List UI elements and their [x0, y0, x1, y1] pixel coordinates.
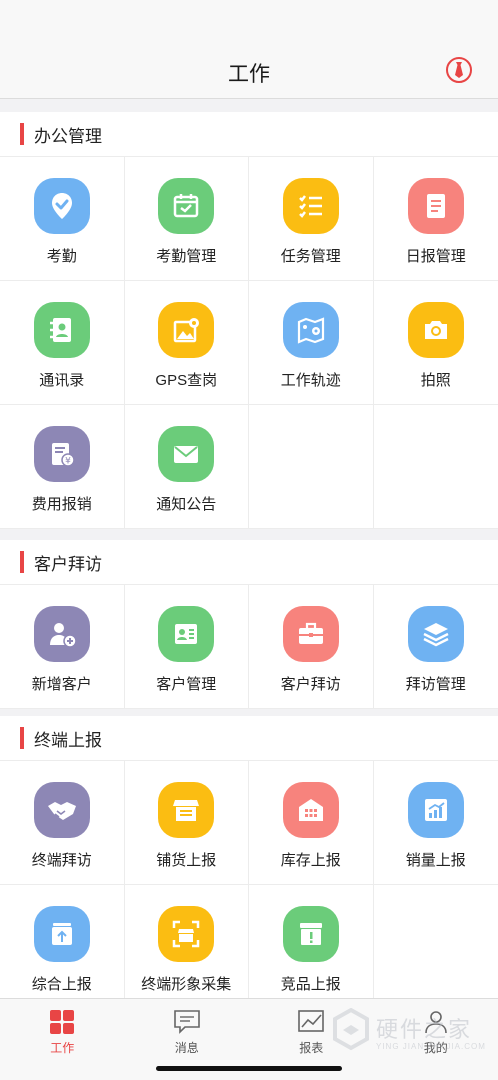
grid-item-customer-visit[interactable]: 客户拜访 [249, 585, 374, 709]
tab-mine[interactable]: 我的 [374, 999, 498, 1080]
receipt-yuan-icon: ¥ [33, 426, 90, 482]
grid-item-work-track[interactable]: 工作轨迹 [249, 281, 374, 405]
tab-label: 我的 [423, 1041, 448, 1055]
contacts-book-icon [33, 302, 90, 358]
grid-item-add-customer[interactable]: 新增客户 [0, 585, 125, 709]
grid-empty-cell [373, 885, 498, 1009]
section-title: 客户拜访 [34, 554, 102, 574]
grid-item-label: 新增客户 [31, 676, 92, 693]
accent-bar [20, 551, 24, 573]
tab-work[interactable]: 工作 [0, 999, 125, 1080]
map-track-icon [282, 302, 339, 358]
grid-item-sales-report[interactable]: 销量上报 [373, 761, 498, 885]
grid-item-label: 客户拜访 [280, 676, 341, 693]
grid-item-label: 终端形象采集 [141, 976, 232, 993]
message-icon [173, 1010, 200, 1034]
document-icon [407, 178, 464, 234]
grid-empty-cell [249, 405, 374, 529]
grid-item-label: 考勤管理 [156, 248, 217, 265]
grid-item-label: 铺货上报 [156, 852, 217, 869]
alert-box-icon [282, 906, 339, 962]
section-title: 办公管理 [34, 126, 102, 146]
grid-item-photo[interactable]: 拍照 [373, 281, 498, 405]
grid-item-label: GPS查岗 [155, 372, 218, 389]
top-nav-bar: 工作 [0, 0, 498, 99]
tab-label: 报表 [299, 1041, 324, 1055]
grid-item-label: 综合上报 [31, 976, 92, 993]
grid-item-gps-check[interactable]: GPS查岗 [124, 281, 249, 405]
checklist-icon [282, 178, 339, 234]
section-header: 办公管理 [0, 112, 498, 156]
envelope-icon [158, 426, 215, 482]
camera-icon [407, 302, 464, 358]
store-icon [158, 782, 215, 838]
grid-item-contacts[interactable]: 通讯录 [0, 281, 125, 405]
section-header: 终端上报 [0, 716, 498, 760]
section-customer-visit: 客户拜访 新增客户 客户管理 客户拜访 拜访管理 [0, 540, 498, 709]
handshake-icon [33, 782, 90, 838]
warehouse-icon [282, 782, 339, 838]
grid-item-terminal-image[interactable]: 终端形象采集 [124, 885, 249, 1009]
grid-item-label: 拍照 [420, 372, 451, 389]
accent-bar [20, 123, 24, 145]
tab-label: 消息 [174, 1041, 199, 1055]
grid-item-task-mgmt[interactable]: 任务管理 [249, 157, 374, 281]
grid-item-notice[interactable]: 通知公告 [124, 405, 249, 529]
accent-bar [20, 727, 24, 749]
grid-empty-cell [373, 405, 498, 529]
grid-item-expense[interactable]: ¥ 费用报销 [0, 405, 125, 529]
map-pin-image-icon [158, 302, 215, 358]
upload-box-icon [33, 906, 90, 962]
sales-chart-icon [407, 782, 464, 838]
grid-item-distribution-report[interactable]: 铺货上报 [124, 761, 249, 885]
location-check-icon [33, 178, 90, 234]
feature-grid: 新增客户 客户管理 客户拜访 拜访管理 [0, 584, 498, 709]
grid-item-label: 费用报销 [31, 496, 92, 513]
page-title: 工作 [228, 63, 270, 86]
grid-item-label: 通知公告 [156, 496, 217, 513]
grid-item-label: 终端拜访 [31, 852, 92, 869]
layers-icon [407, 606, 464, 662]
grid-item-attendance-mgmt[interactable]: 考勤管理 [124, 157, 249, 281]
grid-item-general-report[interactable]: 综合上报 [0, 885, 125, 1009]
section-terminal-report: 终端上报 终端拜访 铺货上报 库存上报 销量上报 综合上报 终端形象采集 竞品上… [0, 716, 498, 1009]
grid-item-label: 客户管理 [156, 676, 217, 693]
grid-item-attendance[interactable]: 考勤 [0, 157, 125, 281]
calendar-check-icon [158, 178, 215, 234]
grid-item-visit-mgmt[interactable]: 拜访管理 [373, 585, 498, 709]
grid-item-label: 竞品上报 [280, 976, 341, 993]
grid-item-label: 日报管理 [405, 248, 466, 265]
grid-item-customer-mgmt[interactable]: 客户管理 [124, 585, 249, 709]
feature-grid: 终端拜访 铺货上报 库存上报 销量上报 综合上报 终端形象采集 竞品上报 [0, 760, 498, 1009]
tab-label: 工作 [50, 1041, 75, 1055]
grid-item-label: 拜访管理 [405, 676, 466, 693]
grid-item-competitor-report[interactable]: 竞品上报 [249, 885, 374, 1009]
grid-item-label: 库存上报 [280, 852, 341, 869]
person-icon [424, 1011, 447, 1034]
grid-item-terminal-visit[interactable]: 终端拜访 [0, 761, 125, 885]
add-person-icon [33, 606, 90, 662]
grid-item-label: 考勤 [46, 248, 77, 265]
section-office: 办公管理 考勤 考勤管理 任务管理 日报管理 通讯录 GPS查岗 工作轨迹 拍照… [0, 112, 498, 529]
section-header: 客户拜访 [0, 540, 498, 584]
grid-icon [50, 1010, 75, 1034]
svg-text:¥: ¥ [65, 457, 71, 467]
grid-item-label: 工作轨迹 [280, 372, 341, 389]
grid-item-label: 销量上报 [405, 852, 466, 869]
home-indicator [156, 1066, 342, 1071]
grid-item-label: 任务管理 [280, 248, 341, 265]
grid-item-label: 通讯录 [39, 372, 85, 389]
section-title: 终端上报 [34, 730, 102, 750]
feature-grid: 考勤 考勤管理 任务管理 日报管理 通讯录 GPS查岗 工作轨迹 拍照 ¥ 费用… [0, 156, 498, 529]
grid-item-inventory-report[interactable]: 库存上报 [249, 761, 374, 885]
scan-store-icon [158, 906, 215, 962]
chart-icon [298, 1010, 325, 1032]
tie-icon[interactable] [446, 57, 472, 83]
contact-card-icon [158, 606, 215, 662]
grid-item-daily-report[interactable]: 日报管理 [373, 157, 498, 281]
briefcase-icon [282, 606, 339, 662]
